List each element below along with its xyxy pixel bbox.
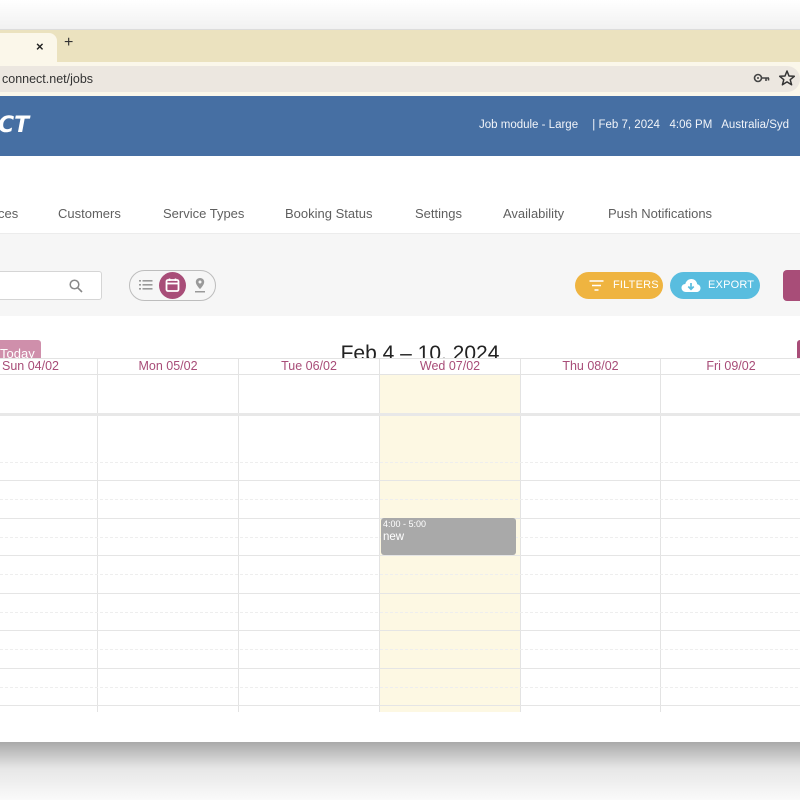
screen-backdrop [0,0,800,30]
search-input[interactable] [0,271,102,300]
cloud-download-icon [681,279,701,292]
nav-item-booking-status[interactable]: Booking Status [285,206,372,221]
header-time: 4:06 PM [669,119,713,131]
calendar-view-button[interactable] [159,272,186,299]
bookmark-star-icon[interactable] [778,69,796,87]
nav-item-services[interactable]: ces [0,206,18,221]
time-slot-line [0,612,800,613]
add-job-button[interactable] [783,270,800,301]
event-time: 4:00 - 5:00 [383,519,427,529]
time-slot-line [0,649,800,650]
list-view-icon[interactable] [139,279,153,291]
filter-icon [589,280,604,291]
app-header: CT Job module - Large | Feb 7, 2024 4:06… [0,96,800,156]
all-day-row [0,358,800,416]
nav-item-availability[interactable]: Availability [503,206,564,221]
close-tab-icon[interactable]: × [36,39,44,54]
time-slot-line [0,555,800,556]
event-title: new [383,531,405,543]
url-text[interactable]: connect.net/jobs [2,72,93,86]
time-slot-line [0,462,800,463]
time-slot-line [0,705,800,706]
export-label: EXPORT [708,279,755,291]
time-slot-line [0,480,800,481]
screen-backdrop-bottom [0,742,800,800]
module-name: Job module - Large [479,119,579,131]
header-date: Feb 7, 2024 [598,119,660,131]
browser-tab[interactable]: × [0,33,57,62]
time-slot-line [0,499,800,500]
tab-strip: × + [0,30,800,62]
time-slot-line [0,593,800,594]
main-nav: ces Customers Service Types Booking Stat… [0,156,800,234]
time-slot-line [0,630,800,631]
filter-bar: FILTERS EXPORT [0,234,800,316]
password-key-icon[interactable] [753,70,771,86]
week-calendar-grid: Sun 04/02 Mon 05/02 Tue 06/02 Wed 07/02 … [0,358,800,712]
calendar-view-icon [165,278,180,292]
filters-label: FILTERS [613,279,659,291]
filters-button[interactable]: FILTERS [575,272,663,299]
new-tab-button[interactable]: + [64,34,73,52]
calendar-event[interactable]: 4:00 - 5:00 new [381,518,516,555]
view-mode-toggle [129,270,216,301]
app-logo[interactable]: CT [0,113,29,138]
address-bar[interactable]: connect.net/jobs [0,66,800,92]
all-day-divider [0,413,800,416]
header-info: Job module - Large | Feb 7, 2024 4:06 PM… [479,119,789,131]
export-button[interactable]: EXPORT [670,272,760,299]
map-view-icon[interactable] [194,277,206,293]
nav-item-settings[interactable]: Settings [415,206,462,221]
header-separator: | [592,119,596,131]
nav-item-service-types[interactable]: Service Types [163,206,244,221]
time-slot-line [0,687,800,688]
header-timezone: Australia/Syd [721,119,790,131]
nav-item-push-notifications[interactable]: Push Notifications [608,206,712,221]
time-slot-line [0,668,800,669]
time-slot-line [0,574,800,575]
nav-item-customers[interactable]: Customers [58,206,121,221]
browser-toolbar: connect.net/jobs [0,62,800,96]
search-icon[interactable] [69,279,83,293]
